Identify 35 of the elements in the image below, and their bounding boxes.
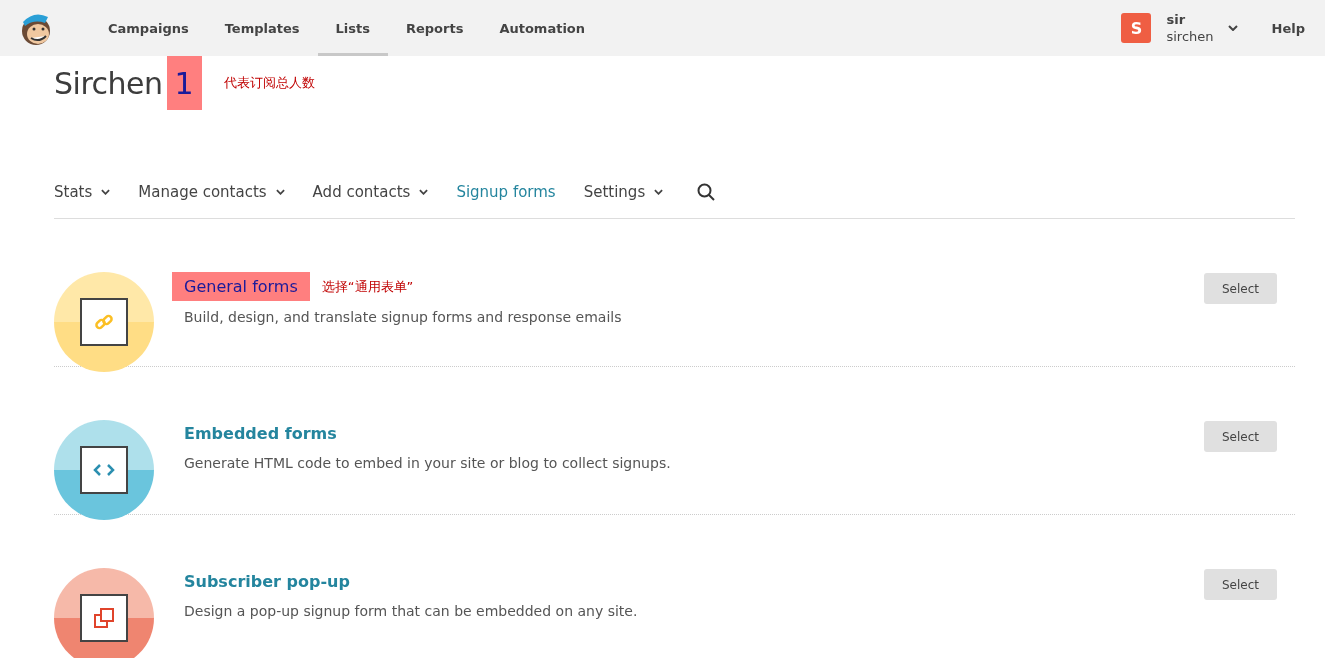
overlapping-windows-icon <box>93 607 115 629</box>
account-username: sirchen <box>1166 28 1214 45</box>
chevron-down-icon[interactable] <box>654 189 664 195</box>
form-description: Build, design, and translate signup forms and response emails <box>184 309 623 325</box>
nav-link[interactable]: Templates <box>206 0 318 56</box>
subnav-tab[interactable]: Manage contacts <box>138 183 285 201</box>
select-button[interactable]: Select <box>1204 273 1277 304</box>
chevron-down-icon[interactable] <box>275 189 285 195</box>
select-button[interactable]: Select <box>1204 569 1277 600</box>
select-button[interactable]: Select <box>1204 421 1277 452</box>
subnav-tab[interactable]: Settings <box>583 183 664 201</box>
subnav-tab[interactable]: Add contacts <box>312 183 429 201</box>
nav-link[interactable]: Reports <box>387 0 482 56</box>
subscriber-count: 1 <box>166 56 202 110</box>
nav-link[interactable]: Automation <box>481 0 604 56</box>
form-type-link[interactable]: Embedded forms <box>184 420 337 447</box>
subnav-tab[interactable]: Signup forms <box>456 183 556 201</box>
nav-link[interactable]: Lists <box>317 0 388 56</box>
search-icon[interactable] <box>697 183 716 201</box>
chevron-down-icon[interactable] <box>1227 25 1238 31</box>
code-brackets-icon <box>93 464 115 476</box>
annotation-note: 选择“通用表单” <box>321 277 414 296</box>
account-name: sir <box>1166 11 1187 28</box>
form-description: Generate HTML code to embed in your site or blog to collect signups. <box>184 455 672 471</box>
form-type-link[interactable]: General forms <box>172 272 310 301</box>
list-title: Sirchen <box>54 65 163 101</box>
chevron-down-icon[interactable] <box>101 189 111 195</box>
form-type-link[interactable]: Subscriber pop-up <box>184 568 350 595</box>
annotation-note: 代表订阅总人数 <box>223 74 315 92</box>
form-description: Design a pop-up signup form that can be embedded on any site. <box>184 603 639 619</box>
nav-link[interactable]: Campaigns <box>90 0 207 56</box>
link-icon <box>94 312 114 332</box>
chevron-down-icon[interactable] <box>419 189 429 195</box>
subnav-tab[interactable]: Stats <box>54 183 111 201</box>
help-link[interactable]: Help <box>1271 20 1305 36</box>
